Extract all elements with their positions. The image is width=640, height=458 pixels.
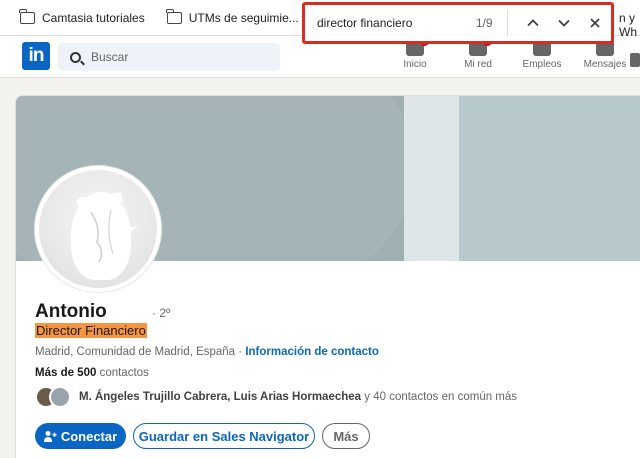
- bookmark-partial-label[interactable]: n y Wh: [619, 11, 640, 39]
- add-person-icon: [43, 430, 57, 442]
- connections-suffix: contactos: [96, 367, 149, 379]
- more-actions-button[interactable]: Más: [322, 423, 370, 449]
- find-divider: [506, 10, 508, 36]
- find-match-count: 1/9: [475, 16, 493, 30]
- find-in-page-bar: director financiero 1/9: [302, 2, 614, 44]
- search-icon: [70, 51, 81, 63]
- find-input[interactable]: director financiero: [317, 16, 444, 30]
- search-input[interactable]: Buscar: [58, 43, 280, 71]
- nav-label: Mensajes: [583, 59, 627, 70]
- find-close-button[interactable]: [580, 8, 611, 38]
- profile-headline: Director Financiero: [35, 323, 147, 338]
- profile-location-line: Madrid, Comunidad de Madrid, España · In…: [35, 346, 379, 358]
- nav-label: Mi red: [464, 59, 492, 70]
- profile-location: Madrid, Comunidad de Madrid, España: [35, 346, 236, 358]
- profile-name: Antonio: [35, 301, 107, 322]
- bookmark-camtasia[interactable]: Camtasia tutoriales: [19, 8, 145, 25]
- find-next-button[interactable]: [549, 8, 580, 38]
- bookmark-utms[interactable]: UTMs de seguimie...: [166, 8, 299, 25]
- search-placeholder: Buscar: [91, 50, 129, 64]
- avatar: [49, 386, 71, 408]
- nav-label: Empleos: [522, 59, 562, 70]
- mutual-connections[interactable]: M. Ángeles Trujillo Cabrera, Luis Arias …: [35, 386, 517, 408]
- connect-label: Conectar: [60, 428, 118, 444]
- profile-avatar[interactable]: [35, 166, 161, 292]
- contact-info-link[interactable]: Información de contacto: [245, 346, 379, 358]
- find-previous-button[interactable]: [517, 8, 548, 38]
- location-separator: ·: [235, 346, 246, 358]
- mutual-suffix: y 40 contactos en común más: [361, 391, 518, 403]
- notifications-icon[interactable]: [630, 53, 640, 67]
- mutual-names: M. Ángeles Trujillo Cabrera, Luis Arias …: [79, 391, 362, 403]
- mutual-avatars: [35, 386, 71, 408]
- redaction-scribble: [76, 192, 139, 275]
- nav-label: Inicio: [403, 59, 427, 70]
- chevron-up-icon: [527, 19, 539, 27]
- linkedin-logo-icon[interactable]: in: [22, 42, 50, 70]
- bookmark-label: UTMs de seguimie...: [188, 10, 299, 25]
- close-icon: [590, 18, 601, 28]
- bookmark-label: Camtasia tutoriales: [42, 10, 145, 25]
- chevron-down-icon: [558, 19, 570, 27]
- connect-button[interactable]: Conectar: [35, 423, 126, 449]
- connections-count: Más de 500: [35, 367, 97, 379]
- folder-icon: [19, 8, 35, 24]
- folder-icon: [166, 8, 182, 24]
- save-sales-navigator-button[interactable]: Guardar en Sales Navigator: [133, 423, 315, 449]
- connections-count-line[interactable]: Más de 500 contactos: [35, 367, 149, 379]
- connection-degree: · 2º: [152, 306, 171, 320]
